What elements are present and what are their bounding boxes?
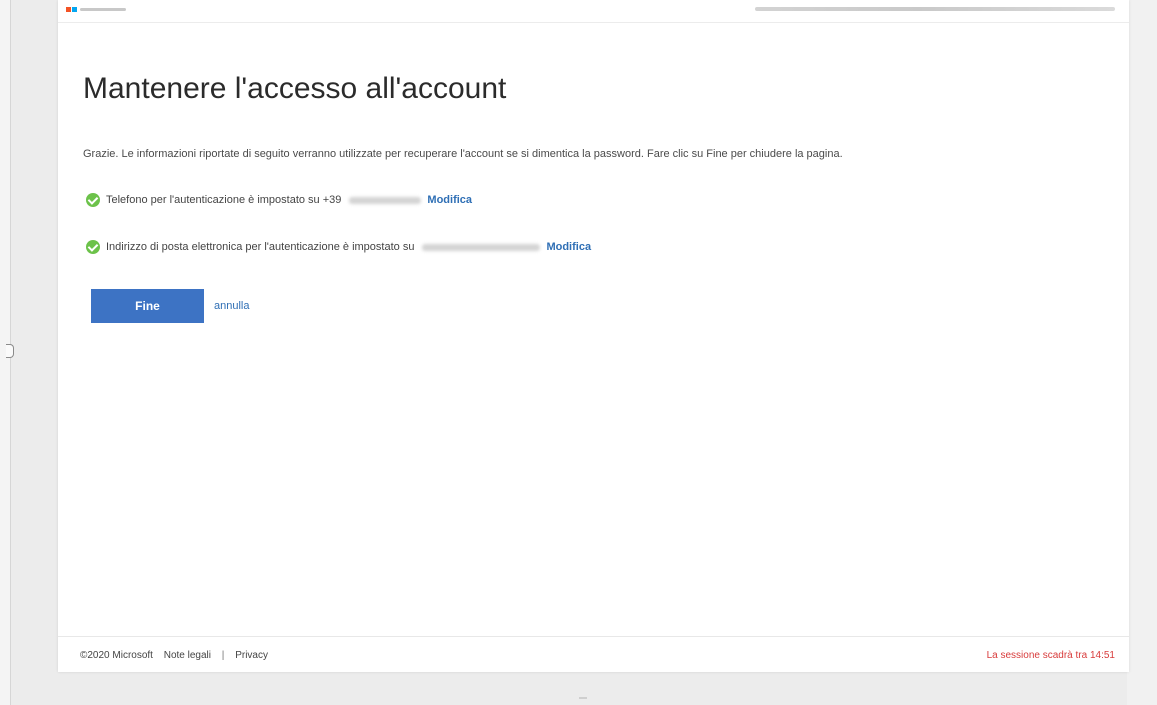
logo-square-blue bbox=[72, 7, 77, 12]
edit-phone-link[interactable]: Modifica bbox=[427, 194, 472, 206]
right-window-edge bbox=[1127, 0, 1157, 705]
logo-wordmark bbox=[80, 8, 126, 11]
email-status-text: Indirizzo di posta elettronica per l'aut… bbox=[106, 241, 415, 253]
intro-text: Grazie. Le informazioni riportate di seg… bbox=[83, 148, 843, 160]
signed-in-user-info[interactable] bbox=[755, 7, 1115, 11]
redacted-email-address bbox=[422, 243, 541, 251]
legal-notes-link[interactable]: Note legali bbox=[164, 650, 211, 661]
edit-email-link[interactable]: Modifica bbox=[546, 241, 591, 253]
screen: Mantenere l'accesso all'account Grazie. … bbox=[0, 0, 1157, 705]
footer-separator: | bbox=[221, 650, 225, 661]
done-button[interactable]: Fine bbox=[91, 289, 204, 323]
footer-links: ©2020 Microsoft Note legali | Privacy bbox=[80, 650, 276, 661]
privacy-link[interactable]: Privacy bbox=[235, 650, 268, 661]
check-circle-icon bbox=[86, 240, 100, 254]
page-title: Mantenere l'accesso all'account bbox=[83, 72, 507, 105]
phone-status-text: Telefono per l'autenticazione è impostat… bbox=[106, 194, 342, 206]
check-circle-icon bbox=[86, 193, 100, 207]
logo-square-red bbox=[66, 7, 71, 12]
top-bar bbox=[58, 0, 1129, 23]
redacted-phone-number bbox=[349, 196, 422, 204]
microsoft-logo-icon bbox=[66, 7, 136, 12]
copyright-text: ©2020 Microsoft bbox=[80, 650, 153, 661]
footer: ©2020 Microsoft Note legali | Privacy La… bbox=[58, 636, 1129, 673]
cancel-link[interactable]: annulla bbox=[214, 300, 249, 312]
session-timer: La sessione scadrà tra 14:51 bbox=[986, 650, 1115, 661]
account-security-card: Mantenere l'accesso all'account Grazie. … bbox=[58, 0, 1129, 672]
email-status-row: Indirizzo di posta elettronica per l'aut… bbox=[86, 238, 591, 256]
left-window-edge bbox=[0, 0, 14, 705]
bottom-indicator bbox=[579, 697, 587, 699]
phone-status-row: Telefono per l'autenticazione è impostat… bbox=[86, 191, 472, 209]
resize-handle-icon[interactable] bbox=[6, 344, 14, 358]
